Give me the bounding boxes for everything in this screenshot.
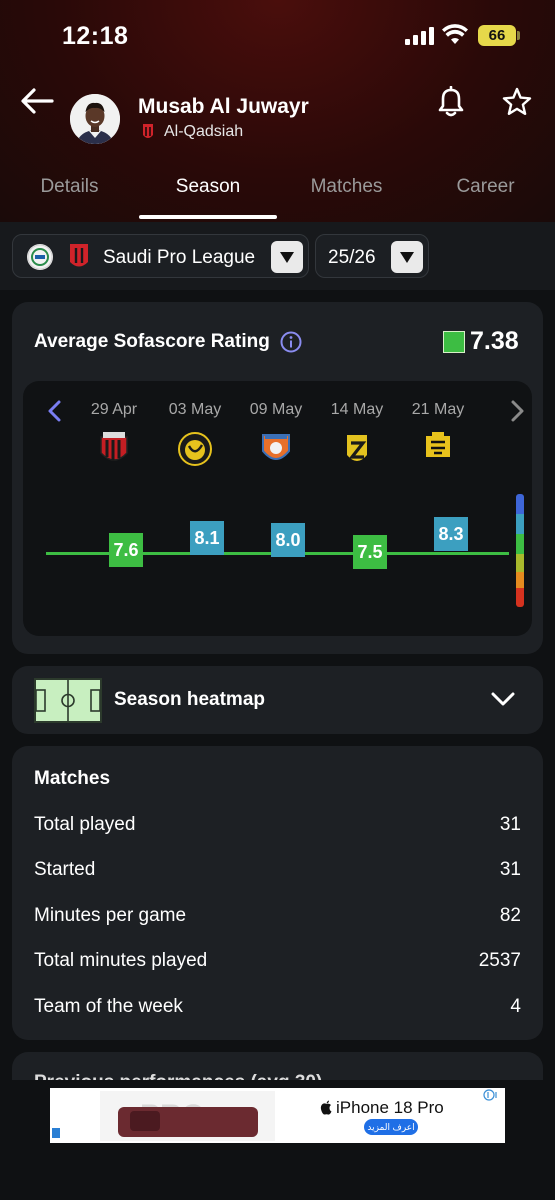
scale-band xyxy=(516,572,524,588)
chevron-left-icon[interactable] xyxy=(45,399,65,423)
league-dropdown-icon[interactable] xyxy=(271,241,303,273)
season-heatmap-row[interactable]: Season heatmap xyxy=(12,666,543,734)
stat-row: Minutes per game 82 xyxy=(34,905,521,931)
feiha-crest-icon[interactable] xyxy=(259,431,293,467)
rating-title: Average Sofascore Rating xyxy=(34,331,270,352)
match-date: 09 May xyxy=(249,401,303,418)
heatmap-label: Season heatmap xyxy=(114,689,265,710)
battery-tip xyxy=(517,31,520,40)
battery-indicator: 66 xyxy=(478,25,516,46)
match-rating-box[interactable]: 7.5 xyxy=(353,535,387,569)
scale-band xyxy=(516,534,524,554)
qadsiah-alt-crest-icon[interactable] xyxy=(340,431,374,467)
season-dropdown-icon[interactable] xyxy=(391,241,423,273)
tab-details[interactable]: Details xyxy=(0,176,139,198)
stat-row: Total played 31 xyxy=(34,814,521,840)
match-date: 29 Apr xyxy=(90,401,138,418)
apple-logo-icon xyxy=(320,1100,332,1115)
signal-icon xyxy=(405,27,435,45)
ad-cta-button[interactable]: اعرف المزيد xyxy=(364,1119,418,1135)
favorite-star-icon[interactable] xyxy=(501,86,533,118)
match-rating-box[interactable]: 8.1 xyxy=(190,521,224,555)
season-label: 25/26 xyxy=(328,247,376,268)
filter-row: Saudi Pro League 25/26 xyxy=(0,222,555,290)
back-arrow-icon[interactable] xyxy=(18,84,56,118)
bell-icon[interactable] xyxy=(436,86,466,118)
matches-stats-card: Matches Total played 31 Started 31 Minut… xyxy=(12,746,543,1040)
player-name: Musab Al Juwayr xyxy=(138,95,309,118)
rating-color-scale xyxy=(516,494,524,607)
scale-band xyxy=(516,588,524,607)
player-avatar xyxy=(70,94,120,144)
ad-choices-icon[interactable] xyxy=(483,1089,501,1101)
match-rating-box[interactable]: 8.3 xyxy=(434,517,468,551)
stat-value: 2537 xyxy=(478,950,521,971)
chevron-down-icon[interactable] xyxy=(490,688,516,710)
ad-banner[interactable]: PRO iPhone 18 Pro اعرف المزيد xyxy=(50,1088,505,1143)
tab-career[interactable]: Career xyxy=(416,176,555,198)
match-date: 03 May xyxy=(168,401,222,418)
stat-label: Minutes per game xyxy=(34,905,187,926)
stat-value: 82 xyxy=(499,905,521,926)
wifi-icon xyxy=(442,24,468,44)
average-rating-value: 7.38 xyxy=(470,327,519,355)
status-time: 12:18 xyxy=(62,22,129,50)
league-label: Saudi Pro League xyxy=(103,247,256,268)
info-icon[interactable] xyxy=(280,331,302,353)
rating-chart: 29 Apr 03 May 09 May 14 May 21 May 7.6 8… xyxy=(23,381,532,636)
player-header: 12:18 66 Musab Al Juwayr Al-Qadsiah Deta… xyxy=(0,0,555,222)
ad-area: PRO iPhone 18 Pro اعرف المزيد xyxy=(0,1080,555,1200)
season-selector[interactable]: 25/26 xyxy=(315,234,429,278)
matches-section-title: Matches xyxy=(34,768,111,789)
ad-headline: iPhone 18 Pro xyxy=(336,1098,444,1117)
ad-logo-icon xyxy=(52,1128,60,1138)
match-date: 21 May xyxy=(411,401,465,418)
league-selector[interactable]: Saudi Pro League xyxy=(12,234,309,278)
stat-label: Started xyxy=(34,859,96,880)
stat-row: Team of the week 4 xyxy=(34,996,521,1022)
stat-label: Total played xyxy=(34,814,136,835)
stat-row: Total minutes played 2537 xyxy=(34,950,521,976)
stat-label: Team of the week xyxy=(34,996,183,1017)
rayyan-crest-icon[interactable] xyxy=(97,431,131,467)
match-rating-box[interactable]: 8.0 xyxy=(271,523,305,557)
tab-season[interactable]: Season xyxy=(139,176,277,198)
ittihad-crest-icon[interactable] xyxy=(421,431,455,467)
stat-value: 31 xyxy=(499,814,521,835)
team-name[interactable]: Al-Qadsiah xyxy=(164,123,243,141)
match-date: 14 May xyxy=(330,401,384,418)
active-tab-indicator xyxy=(139,215,277,219)
rating-color-swatch xyxy=(443,331,465,353)
scale-band xyxy=(516,514,524,534)
average-rating-card: Average Sofascore Rating 7.38 29 Apr 03 … xyxy=(12,302,543,654)
chevron-right-icon[interactable] xyxy=(507,399,527,423)
status-bar: 12:18 66 xyxy=(0,0,555,70)
scale-band xyxy=(516,494,524,514)
tab-bar: Details Season Matches Career xyxy=(0,170,555,222)
taawoun-crest-icon[interactable] xyxy=(178,431,212,467)
match-rating-box[interactable]: 7.6 xyxy=(109,533,143,567)
team-logo-icon xyxy=(143,124,153,138)
stat-value: 31 xyxy=(499,859,521,880)
stat-label: Total minutes played xyxy=(34,950,208,971)
saudi-league-logo-icon xyxy=(27,244,53,270)
qadsiah-logo-icon xyxy=(70,244,88,267)
tab-matches[interactable]: Matches xyxy=(277,176,416,198)
phone-product-image: PRO xyxy=(100,1091,275,1141)
pitch-icon xyxy=(34,678,102,723)
stat-row: Started 31 xyxy=(34,859,521,885)
stat-value: 4 xyxy=(510,996,521,1017)
scale-band xyxy=(516,554,524,572)
